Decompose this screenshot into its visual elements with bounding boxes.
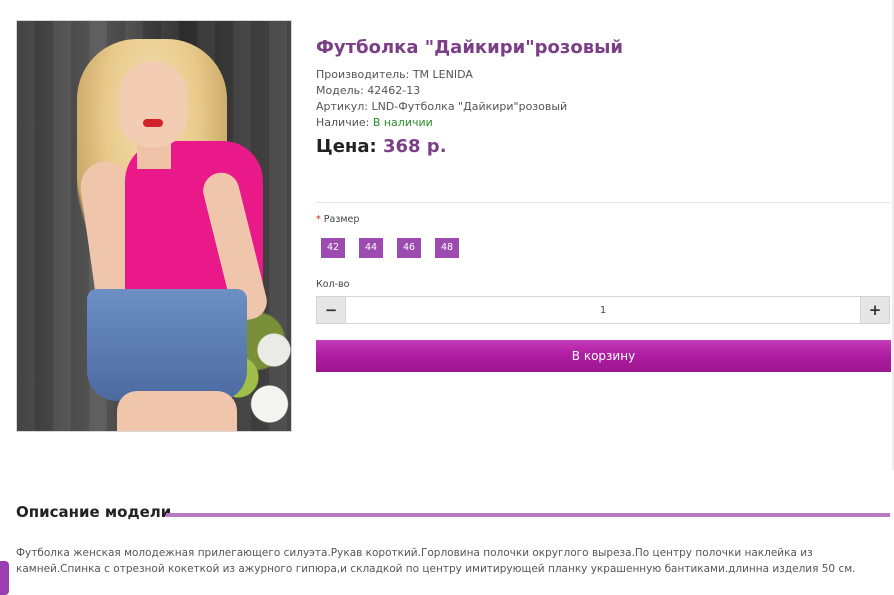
price-label: Цена:: [316, 136, 383, 157]
quantity-decrease-button[interactable]: −: [317, 297, 345, 323]
description-heading-rule: [166, 513, 890, 517]
photo-lips: [143, 119, 163, 127]
availability-value: В наличии: [372, 116, 433, 129]
size-option-46[interactable]: 46: [397, 238, 422, 258]
size-option-42[interactable]: 42: [321, 238, 346, 258]
manufacturer: Производитель: TM LENIDA: [316, 68, 473, 81]
photo-denim-shorts: [87, 289, 247, 401]
size-option-48[interactable]: 48: [435, 238, 460, 258]
product-image[interactable]: [16, 20, 292, 432]
quantity-input[interactable]: [345, 297, 861, 323]
add-to-cart-button[interactable]: В корзину: [316, 340, 891, 372]
product-title: Футболка "Дайкири"розовый: [316, 37, 623, 58]
price-value: 368 р.: [382, 136, 447, 157]
article-number: Артикул: LND-Футболка "Дайкири"розовый: [316, 100, 568, 113]
availability: Наличие: В наличии: [316, 116, 433, 129]
size-label: * Размер: [316, 214, 359, 225]
availability-label: Наличие:: [316, 116, 373, 129]
quantity-increase-button[interactable]: +: [861, 297, 889, 323]
quantity-stepper: − +: [316, 296, 890, 324]
model-number: Модель: 42462-13: [316, 84, 421, 97]
side-panel-tab[interactable]: [0, 561, 9, 595]
divider: [316, 202, 890, 203]
quantity-label: Кол-во: [316, 279, 350, 290]
photo-face: [119, 61, 187, 147]
price: Цена: 368 р.: [316, 136, 447, 157]
size-option-44[interactable]: 44: [359, 238, 384, 258]
size-label-text: Размер: [320, 214, 360, 225]
description-heading: Описание модели: [16, 503, 172, 521]
photo-legs: [117, 391, 237, 431]
description-text: Футболка женская молодежная прилегающего…: [16, 547, 856, 575]
